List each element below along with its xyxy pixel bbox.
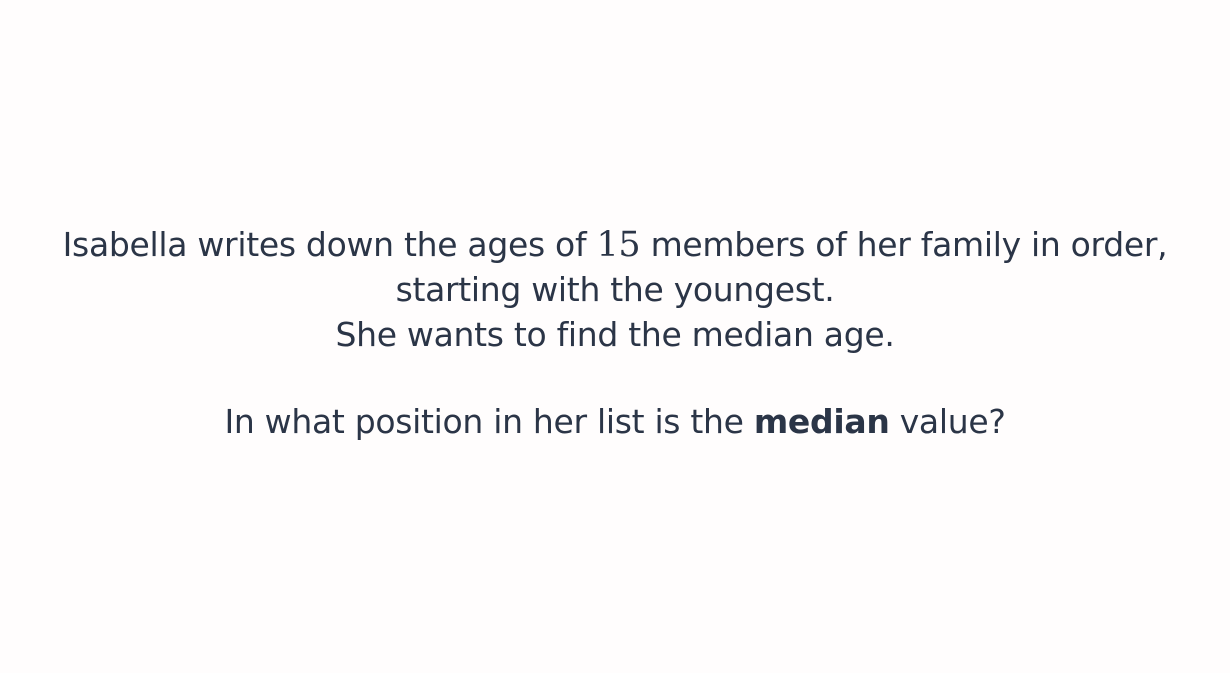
question-text: Isabella writes down the ages of 15 memb… — [0, 222, 1230, 444]
line4-text-after: value? — [889, 402, 1006, 441]
line1-text-before: Isabella writes down the ages of — [62, 225, 597, 264]
member-count: 15 — [596, 225, 641, 265]
question-line-3: She wants to find the median age. — [335, 315, 895, 354]
median-keyword: median — [753, 402, 890, 441]
question-line-2: starting with the youngest. — [395, 270, 835, 309]
question-slide: Isabella writes down the ages of 15 memb… — [0, 0, 1230, 673]
question-line-1: Isabella writes down the ages of 15 memb… — [0, 222, 1230, 267]
line4-text-before: In what position in her list is the — [224, 402, 754, 441]
line1-text-after: members of her family in order, — [640, 225, 1168, 264]
question-line-4: In what position in her list is the medi… — [0, 399, 1230, 444]
